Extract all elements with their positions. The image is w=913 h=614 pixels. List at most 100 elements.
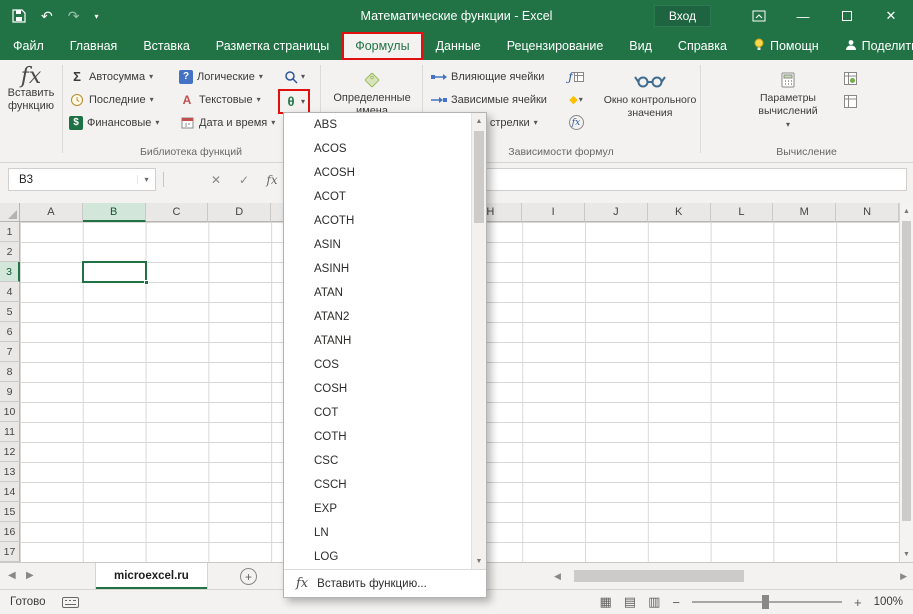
calculation-options-button[interactable]: Параметры вычислений ▾ xyxy=(744,64,832,158)
row-header-12[interactable]: 12 xyxy=(0,442,20,462)
dropdown-scroll-thumb[interactable] xyxy=(474,131,484,223)
row-header-14[interactable]: 14 xyxy=(0,482,20,502)
tab-view[interactable]: Вид xyxy=(616,32,665,60)
page-layout-view-icon[interactable]: ▤ xyxy=(624,594,636,610)
normal-view-icon[interactable]: ▦ xyxy=(600,594,612,610)
column-header-a[interactable]: A xyxy=(20,203,83,222)
row-header-6[interactable]: 6 xyxy=(0,322,20,342)
function-item-acot[interactable]: ACOT xyxy=(284,185,486,209)
function-item-exp[interactable]: EXP xyxy=(284,497,486,521)
redo-icon[interactable]: ↷ xyxy=(68,8,80,25)
function-item-asin[interactable]: ASIN xyxy=(284,233,486,257)
row-header-15[interactable]: 15 xyxy=(0,502,20,522)
date-time-button[interactable]: Дата и время ▾ xyxy=(176,112,278,133)
insert-function-button[interactable]: fx Вставить функцию xyxy=(2,64,60,158)
autosum-button[interactable]: Σ Автосумма ▾ xyxy=(66,66,162,87)
function-item-atan[interactable]: ATAN xyxy=(284,281,486,305)
logical-button[interactable]: ? Логические ▾ xyxy=(176,66,278,87)
function-item-log[interactable]: LOG xyxy=(284,545,486,569)
lookup-reference-button[interactable]: ▾ xyxy=(281,66,310,87)
function-item-cos[interactable]: COS xyxy=(284,353,486,377)
zoom-slider-thumb[interactable] xyxy=(762,595,769,609)
function-item-ln[interactable]: LN xyxy=(284,521,486,545)
row-header-3[interactable]: 3 xyxy=(0,262,20,282)
calculate-sheet-button[interactable] xyxy=(838,91,862,112)
zoom-out-icon[interactable]: − xyxy=(672,595,680,610)
zoom-in-icon[interactable]: + xyxy=(854,595,862,610)
column-header-n[interactable]: N xyxy=(836,203,899,222)
horizontal-scroll-thumb[interactable] xyxy=(574,570,744,582)
function-item-acos[interactable]: ACOS xyxy=(284,137,486,161)
row-header-11[interactable]: 11 xyxy=(0,422,20,442)
page-break-view-icon[interactable]: ▥ xyxy=(648,594,660,610)
tab-page-layout[interactable]: Разметка страницы xyxy=(203,32,342,60)
row-header-7[interactable]: 7 xyxy=(0,342,20,362)
function-item-abs[interactable]: ABS xyxy=(284,113,486,137)
row-header-17[interactable]: 17 xyxy=(0,542,20,562)
row-header-8[interactable]: 8 xyxy=(0,362,20,382)
function-item-atanh[interactable]: ATANH xyxy=(284,329,486,353)
recent-functions-button[interactable]: Последние ▾ xyxy=(66,89,162,110)
scroll-down-icon[interactable]: ▼ xyxy=(900,546,913,562)
scroll-down-icon[interactable]: ▼ xyxy=(472,553,486,569)
cancel-icon[interactable]: ✕ xyxy=(204,168,228,191)
chevron-down-icon[interactable]: ▾ xyxy=(137,175,155,184)
close-button[interactable]: ✕ xyxy=(869,0,913,32)
row-header-1[interactable]: 1 xyxy=(0,222,20,242)
tab-data[interactable]: Данные xyxy=(423,32,494,60)
column-header-j[interactable]: J xyxy=(585,203,648,222)
trace-precedents-button[interactable]: Влияющие ячейки xyxy=(428,66,550,87)
fill-handle[interactable] xyxy=(144,280,149,285)
zoom-slider[interactable] xyxy=(692,601,842,603)
maximize-button[interactable] xyxy=(825,0,869,32)
function-item-asinh[interactable]: ASINH xyxy=(284,257,486,281)
watch-window-button[interactable]: Окно контрольного значения xyxy=(600,64,700,158)
row-header-16[interactable]: 16 xyxy=(0,522,20,542)
evaluate-formula-button[interactable]: fx xyxy=(564,112,588,133)
column-header-i[interactable]: I xyxy=(522,203,585,222)
trace-dependents-button[interactable]: Зависимые ячейки xyxy=(428,89,550,110)
sheet-tab-active[interactable]: microexcel.ru xyxy=(95,563,208,589)
column-header-l[interactable]: L xyxy=(711,203,774,222)
calculate-now-button[interactable] xyxy=(838,68,862,89)
add-sheet-button[interactable]: + xyxy=(240,568,257,585)
function-item-cosh[interactable]: COSH xyxy=(284,377,486,401)
vertical-scrollbar[interactable]: ▲ ▼ xyxy=(899,203,913,562)
tab-share[interactable]: Поделиться xyxy=(832,32,913,60)
insert-function-fx-icon[interactable]: fx xyxy=(260,168,284,191)
save-icon[interactable] xyxy=(12,9,26,23)
math-trig-button[interactable]: θ ▾ xyxy=(281,91,307,112)
function-item-csc[interactable]: CSC xyxy=(284,449,486,473)
tab-formulas[interactable]: Формулы xyxy=(342,32,422,60)
insert-function-menu-item[interactable]: fx Вставить функцию... xyxy=(284,569,486,597)
tab-help[interactable]: Справка xyxy=(665,32,740,60)
select-all-corner[interactable] xyxy=(0,203,20,222)
row-header-5[interactable]: 5 xyxy=(0,302,20,322)
tab-file[interactable]: Файл xyxy=(0,32,57,60)
column-header-k[interactable]: K xyxy=(648,203,711,222)
function-item-coth[interactable]: COTH xyxy=(284,425,486,449)
dropdown-scrollbar[interactable]: ▲ ▼ xyxy=(471,113,486,569)
show-formulas-button[interactable]: ƒ xyxy=(564,66,588,87)
scroll-left-icon[interactable]: ◀ xyxy=(554,571,561,582)
row-header-13[interactable]: 13 xyxy=(0,462,20,482)
horizontal-scrollbar[interactable]: ◀ ▶ xyxy=(552,570,909,583)
scroll-up-icon[interactable]: ▲ xyxy=(900,203,913,219)
name-box[interactable]: B3 ▾ xyxy=(8,168,156,191)
error-checking-button[interactable]: ◆ ▾ xyxy=(564,89,588,110)
sheet-nav-right-icon[interactable]: ▶ xyxy=(26,570,34,581)
column-header-b[interactable]: B xyxy=(83,203,146,222)
sheet-nav-left-icon[interactable]: ◀ xyxy=(8,570,16,581)
customize-qat-icon[interactable]: ▾ xyxy=(94,12,98,21)
column-header-c[interactable]: C xyxy=(146,203,209,222)
scroll-right-icon[interactable]: ▶ xyxy=(900,571,907,582)
row-header-2[interactable]: 2 xyxy=(0,242,20,262)
column-header-d[interactable]: D xyxy=(208,203,271,222)
function-item-atan2[interactable]: ATAN2 xyxy=(284,305,486,329)
financial-button[interactable]: $ Финансовые ▾ xyxy=(66,112,162,133)
accessibility-keyboard-icon[interactable] xyxy=(62,597,79,608)
minimize-button[interactable]: — xyxy=(781,0,825,32)
enter-check-icon[interactable]: ✓ xyxy=(232,168,256,191)
text-functions-button[interactable]: А Текстовые ▾ xyxy=(176,89,278,110)
tab-assistant[interactable]: Помощн xyxy=(740,32,832,60)
